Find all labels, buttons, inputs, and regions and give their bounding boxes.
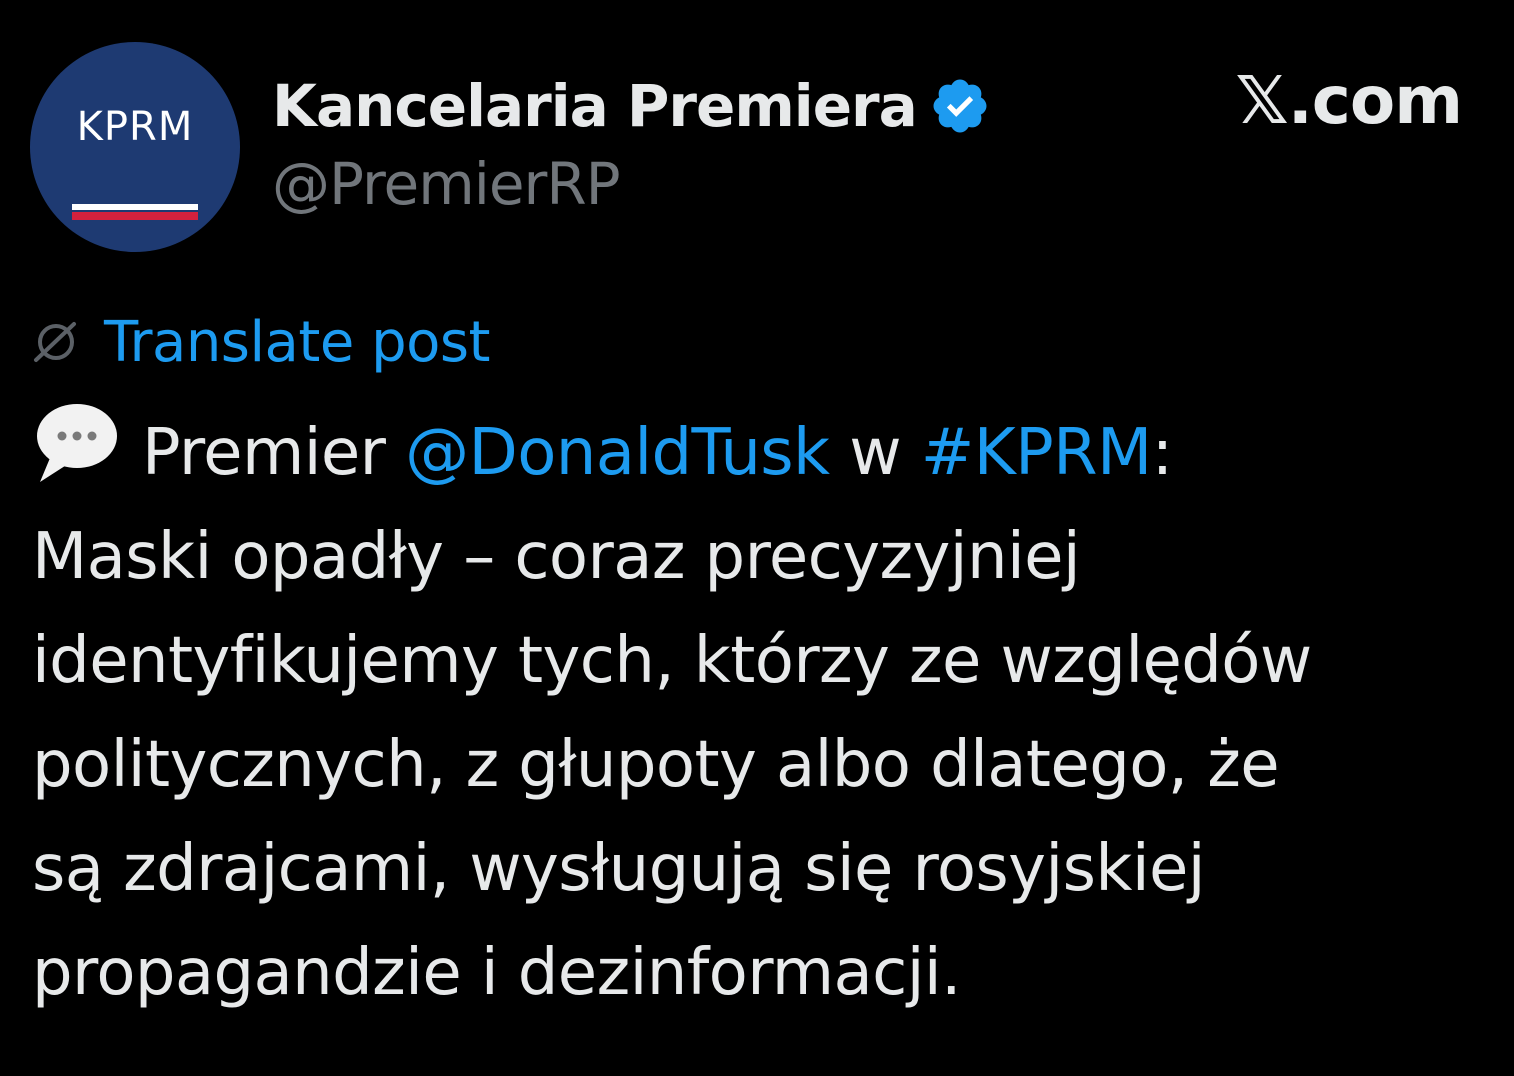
author-display-name[interactable]: Kancelaria Premiera xyxy=(272,72,918,140)
post-text-line: identyfikujemy tych, którzy ze względów xyxy=(32,624,1312,698)
avatar-flag-red-stripe xyxy=(72,212,198,220)
translate-post-label: Translate post xyxy=(104,309,491,375)
verified-badge-icon[interactable] xyxy=(929,75,991,137)
post-text-line: propagandzie i dezinformacji. xyxy=(32,936,961,1010)
post-line-intro: Premier @DonaldTusk w #KPRM: xyxy=(32,398,1492,505)
speech-balloon-icon xyxy=(32,398,122,488)
avatar[interactable]: KPRM xyxy=(30,42,240,252)
translate-globe-icon xyxy=(30,316,82,368)
post-card: KPRM Kancelaria Premiera @PremierRP 𝕏.co… xyxy=(0,0,1514,1076)
post-colon: : xyxy=(1151,416,1174,490)
hashtag-link[interactable]: #KPRM xyxy=(921,416,1152,490)
mention-link[interactable]: @DonaldTusk xyxy=(405,416,830,490)
post-text-line: politycznych, z głupoty albo dlatego, że xyxy=(32,728,1280,802)
author-handle[interactable]: @PremierRP xyxy=(272,150,621,218)
post-intro-word: Premier xyxy=(142,416,386,490)
author-name-row: Kancelaria Premiera xyxy=(272,66,991,146)
post-body: Premier @DonaldTusk w #KPRM: Maski opadł… xyxy=(32,398,1492,1025)
post-connector-word: w xyxy=(849,416,901,490)
avatar-logo-text: KPRM xyxy=(76,104,194,150)
avatar-flag-white-stripe xyxy=(72,204,198,210)
translate-post-link[interactable]: Translate post xyxy=(30,304,491,380)
post-text-line: są zdrajcami, wysługują się rosyjskiej xyxy=(32,832,1206,906)
post-text-line: Maski opadły – coraz precyzyjniej xyxy=(32,520,1081,594)
site-watermark: 𝕏.com xyxy=(1235,62,1463,139)
